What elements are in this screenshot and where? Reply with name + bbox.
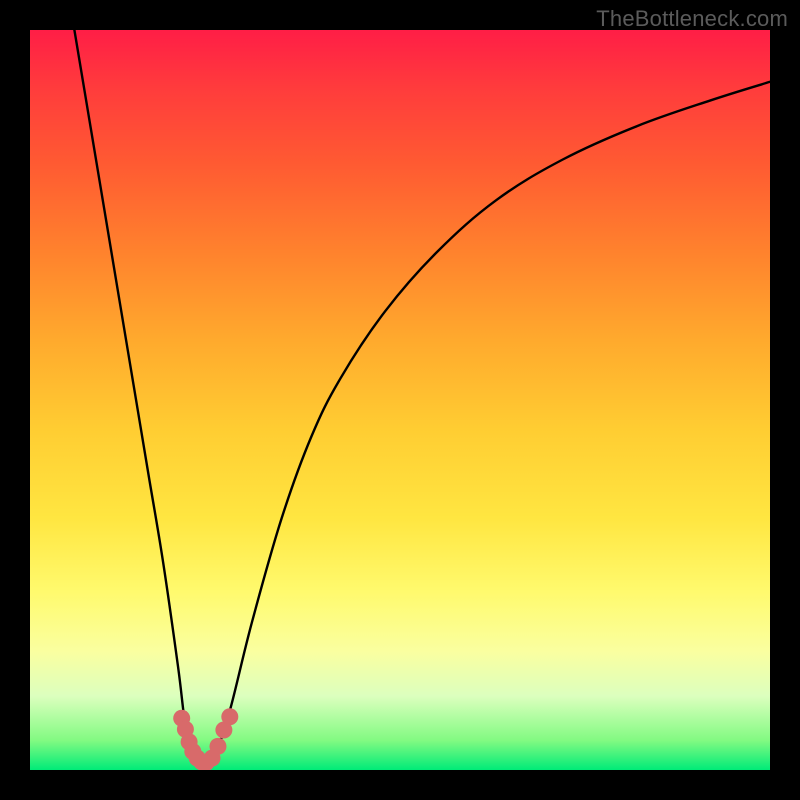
chart-svg bbox=[30, 30, 770, 770]
watermark-text: TheBottleneck.com bbox=[596, 6, 788, 32]
plot-area bbox=[30, 30, 770, 770]
curve-path bbox=[74, 30, 770, 770]
marker-dot bbox=[209, 738, 226, 755]
chart-frame: TheBottleneck.com bbox=[0, 0, 800, 800]
bottleneck-curve bbox=[74, 30, 770, 770]
bottom-marker-cluster bbox=[173, 708, 238, 770]
marker-dot bbox=[221, 708, 238, 725]
